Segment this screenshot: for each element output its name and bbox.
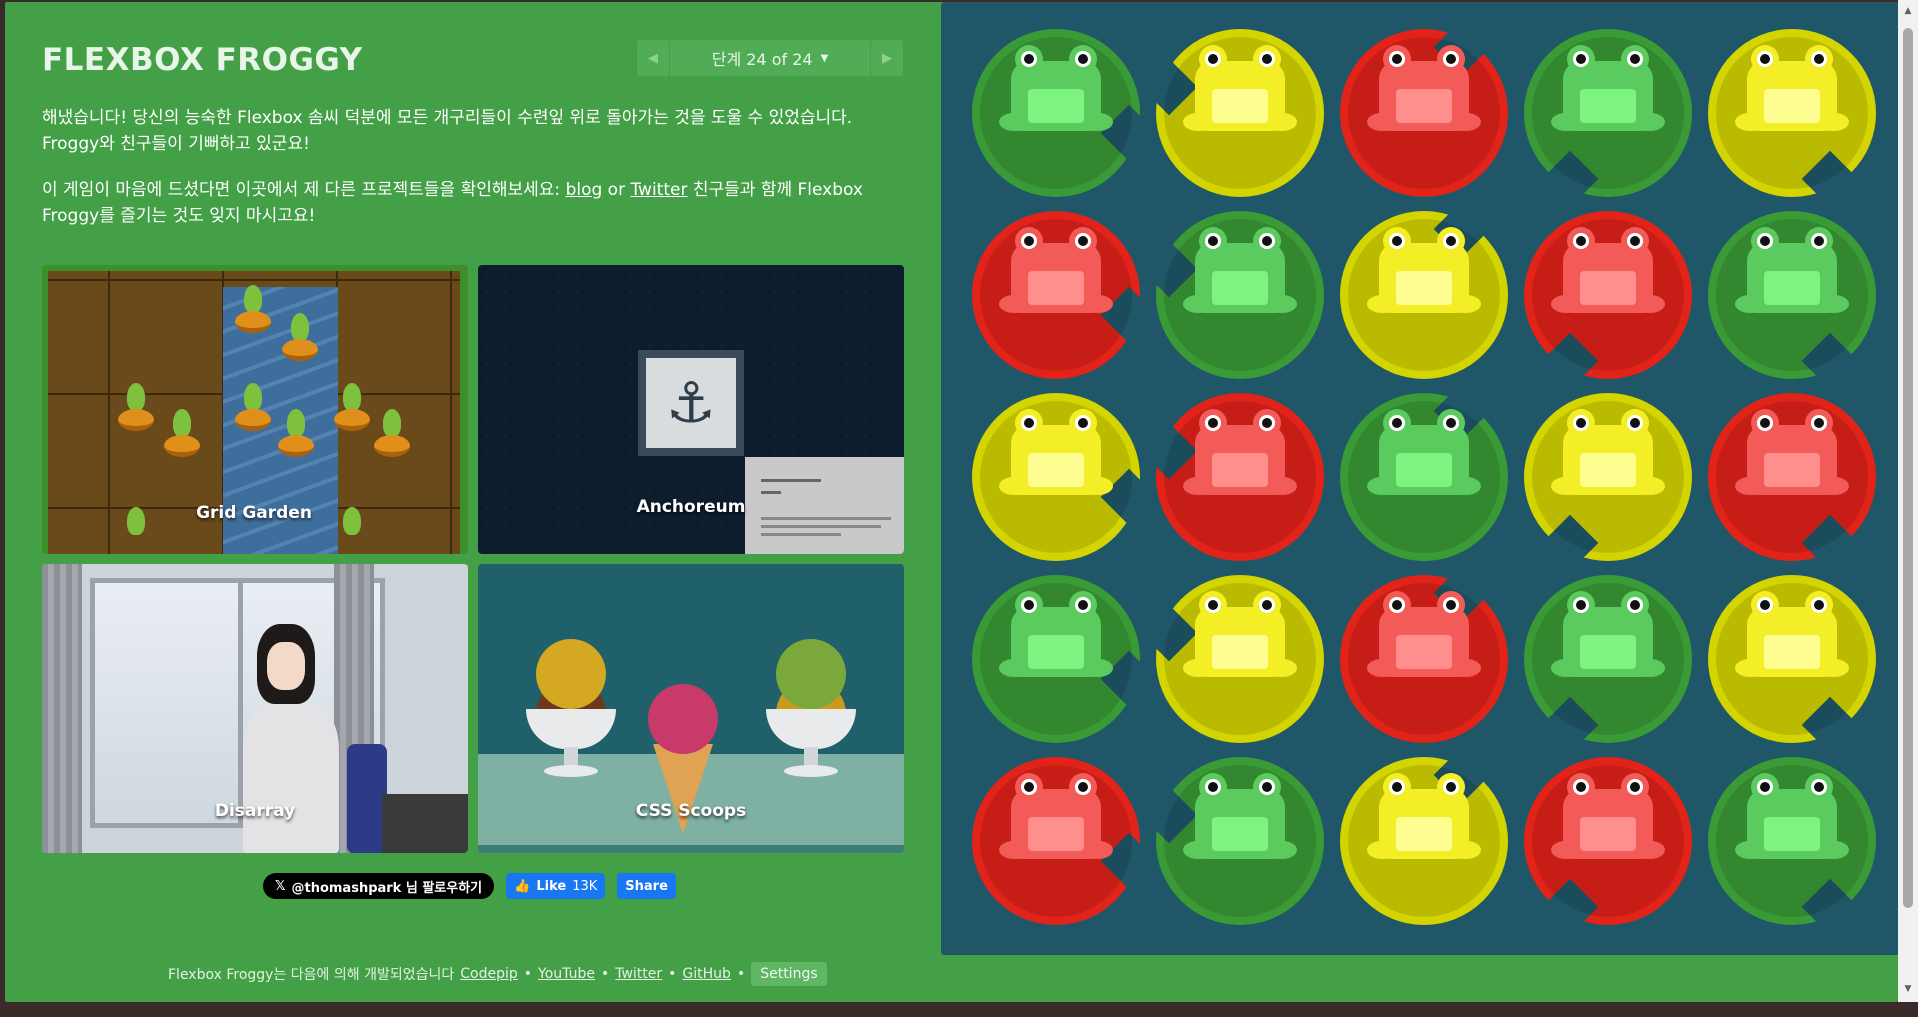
sundae-cup (526, 639, 616, 789)
project-label: Anchoreum (636, 497, 746, 517)
pond-board (941, 2, 1898, 955)
next-level-button[interactable]: ▶ (871, 40, 903, 76)
frog-icon (1365, 407, 1483, 503)
carrot-icon (278, 313, 322, 369)
facebook-like-label: Like (536, 878, 567, 894)
facebook-share-button[interactable]: Share (617, 873, 676, 899)
anchor-frame: ⚓ (638, 350, 744, 456)
frog-icon (1733, 43, 1851, 139)
footer-link-youtube[interactable]: YouTube (538, 966, 595, 982)
facebook-share-label: Share (625, 878, 668, 894)
frog-icon (1181, 771, 1299, 867)
project-card-disarray[interactable]: Disarray (42, 564, 468, 853)
footer-link-codepip[interactable]: Codepip (460, 966, 518, 982)
carrot-icon (231, 383, 275, 439)
frog-icon (1549, 407, 1667, 503)
project-card-css-scoops[interactable]: CSS Scoops (478, 564, 904, 853)
app-window: FLEXBOX FROGGY ◀ 단계 24 of 24 ▼ ▶ 해냈습니다! … (5, 2, 1898, 1002)
frog-icon (1733, 225, 1851, 321)
carrot-icon (160, 409, 204, 465)
frog-icon (997, 225, 1115, 321)
carrot-icon (330, 383, 374, 439)
twitter-link[interactable]: Twitter (630, 180, 687, 200)
logo: FLEXBOX FROGGY (42, 42, 363, 78)
level-indicator-label: 단계 24 of 24 (711, 50, 813, 69)
frog-icon (997, 43, 1115, 139)
scrollbar-thumb[interactable] (1903, 28, 1913, 908)
frog-icon (1365, 225, 1483, 321)
project-label: Grid Garden (196, 503, 312, 523)
blog-link[interactable]: blog (566, 180, 603, 200)
x-follow-label: @thomashpark 님 팔로우하기 (291, 880, 483, 896)
instructions: 해냈습니다! 당신의 능숙한 Flexbox 솜씨 덕분에 모든 개구리들이 수… (42, 105, 906, 249)
frog-icon (1365, 771, 1483, 867)
frog-icon (997, 589, 1115, 685)
level-navigation: ◀ 단계 24 of 24 ▼ ▶ (637, 40, 903, 76)
frog-icon (1733, 589, 1851, 685)
x-logo-icon: 𝕏 (275, 878, 286, 894)
sidebar: FLEXBOX FROGGY ◀ 단계 24 of 24 ▼ ▶ 해냈습니다! … (5, 2, 941, 1002)
footer-separator: • (668, 966, 677, 982)
instructions-more: 이 게임이 마음에 드셨다면 이곳에서 제 다른 프로젝트들을 확인해보세요: … (42, 177, 906, 229)
instructions-or: or (602, 180, 631, 200)
thumbs-up-icon: 👍 (514, 878, 531, 894)
caret-down-icon: ▼ (820, 52, 829, 64)
frog-icon (1365, 43, 1483, 139)
frog-icon (1365, 589, 1483, 685)
carrot-icon (114, 383, 158, 439)
instructions-more-text: 이 게임이 마음에 드셨다면 이곳에서 제 다른 프로젝트들을 확인해보세요: (42, 180, 566, 200)
frog-icon (1549, 589, 1667, 685)
frog-icon (1181, 589, 1299, 685)
chair (347, 744, 387, 853)
instructions-success: 해냈습니다! 당신의 능숙한 Flexbox 솜씨 덕분에 모든 개구리들이 수… (42, 108, 853, 154)
prev-level-button[interactable]: ◀ (637, 40, 669, 76)
carrot-icon (274, 409, 318, 465)
vertical-scrollbar[interactable]: ▲ ▼ (1898, 0, 1918, 1002)
x-follow-button[interactable]: 𝕏 @thomashpark 님 팔로우하기 (263, 873, 495, 899)
frog-icon (1549, 43, 1667, 139)
footer-separator: • (736, 966, 746, 982)
scroll-up-icon[interactable]: ▲ (1902, 6, 1914, 18)
frog-icon (1549, 225, 1667, 321)
frog-icon (1733, 407, 1851, 503)
facebook-like-button[interactable]: 👍 Like 13K (506, 873, 606, 899)
footer-credit: Flexbox Froggy는 다음에 의해 개발되었습니다 (168, 967, 455, 983)
level-indicator[interactable]: 단계 24 of 24 ▼ (670, 40, 870, 76)
frog-icon (997, 771, 1115, 867)
triangle-right-icon: ▶ (882, 50, 892, 66)
project-label: Disarray (214, 801, 296, 821)
settings-button[interactable]: Settings (751, 962, 827, 986)
sundae-cup (766, 639, 856, 789)
social-buttons: 𝕏 @thomashpark 님 팔로우하기 👍 Like 13K Share (263, 873, 676, 899)
scroll-down-icon[interactable]: ▼ (1902, 984, 1914, 996)
frog-icon (1549, 771, 1667, 867)
project-label: CSS Scoops (635, 801, 747, 821)
anchor-icon: ⚓ (665, 370, 717, 436)
facebook-like-count: 13K (572, 878, 598, 894)
frog-icon (1181, 225, 1299, 321)
project-card-grid-garden[interactable]: Grid Garden (42, 265, 468, 554)
frog-icon (1181, 407, 1299, 503)
triangle-left-icon: ◀ (648, 50, 658, 66)
frog-icon (1181, 43, 1299, 139)
footer: Flexbox Froggy는 다음에 의해 개발되었습니다 Codepip •… (168, 962, 827, 986)
frog-icon (997, 407, 1115, 503)
project-cards: Grid Garden ⚓ Anchoreum Disarray CSS Sco… (42, 265, 904, 853)
frog-icon (1733, 771, 1851, 867)
footer-link-github[interactable]: GitHub (682, 966, 731, 982)
carrot-icon (231, 285, 275, 341)
footer-separator: • (523, 966, 533, 982)
footer-link-twitter[interactable]: Twitter (615, 966, 662, 982)
project-card-anchoreum[interactable]: ⚓ Anchoreum (478, 265, 904, 554)
carrot-icon (370, 409, 414, 465)
footer-separator: • (600, 966, 610, 982)
